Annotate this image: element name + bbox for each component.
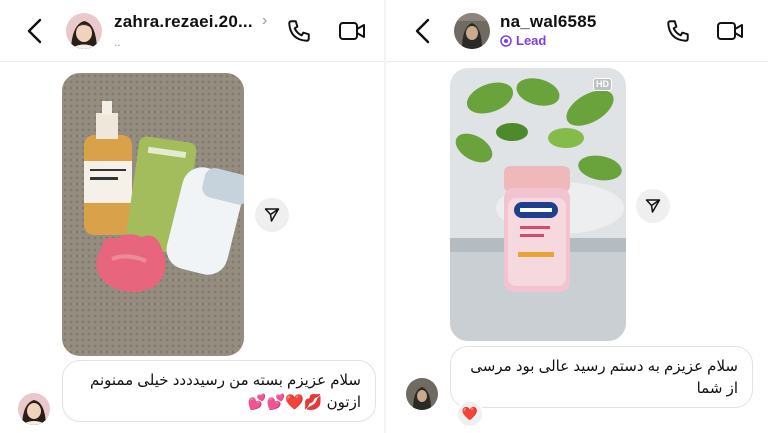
send-icon [264,208,280,222]
chat-panel-right: na_wal6585 Lead HD سلام عزیزم به دستم رس… [386,0,768,433]
share-button[interactable] [636,189,670,223]
message-bubble[interactable]: سلام عزیزم بسته من رسیدددد خیلی ممنونم ا… [62,360,376,422]
lead-badge[interactable]: Lead [500,33,546,48]
chat-header: zahra.rezaei.20... › .. [0,0,384,62]
hd-badge: HD [593,78,612,91]
video-camera-icon[interactable] [716,19,744,43]
chat-header: na_wal6585 Lead [386,0,768,62]
lead-label: Lead [516,33,547,48]
chevron-right-icon[interactable]: › [262,12,267,30]
phone-icon[interactable] [286,18,312,44]
phone-icon[interactable] [665,18,691,44]
heart-reaction[interactable]: ❤️ [456,400,484,428]
back-icon[interactable] [24,16,46,46]
avatar[interactable] [66,13,102,49]
back-icon[interactable] [412,16,434,46]
send-icon [645,199,661,213]
username[interactable]: na_wal6585 [500,12,597,32]
sender-avatar[interactable] [18,393,50,425]
username[interactable]: zahra.rezaei.20... [114,12,253,32]
sender-avatar[interactable] [406,378,438,410]
chat-panel-left: zahra.rezaei.20... › .. سلام عزیزم بسته … [0,0,384,433]
reaction-heart: ❤️ [461,406,479,421]
video-camera-icon[interactable] [338,19,366,43]
shared-photo[interactable] [62,73,244,356]
shared-photo[interactable]: HD [450,68,626,341]
lead-badge-icon [500,34,512,47]
avatar[interactable] [454,13,490,49]
subtitle: .. [114,35,121,49]
share-button[interactable] [255,198,289,232]
message-bubble[interactable]: سلام عزیزم به دستم رسید عالی بود مرسی از… [450,346,753,408]
